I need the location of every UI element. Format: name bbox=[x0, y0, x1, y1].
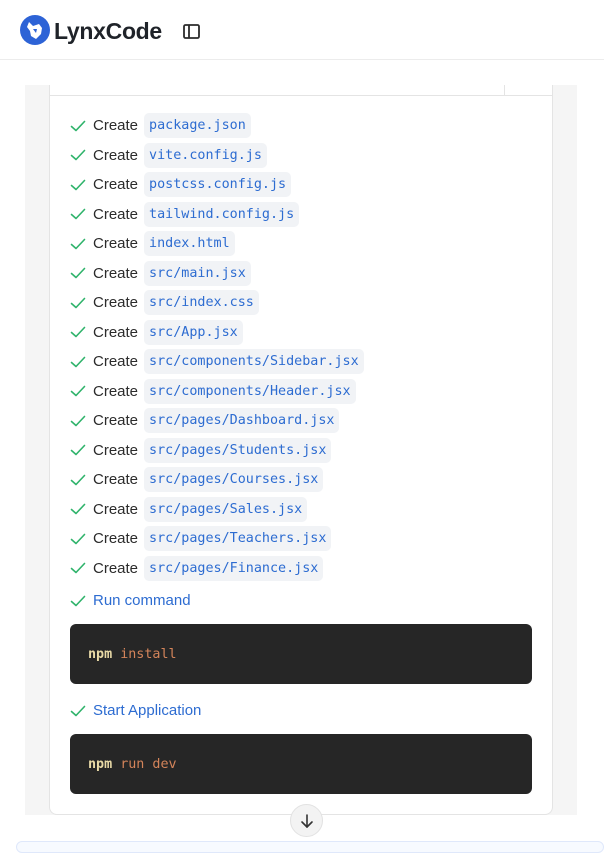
file-path-chip[interactable]: postcss.config.js bbox=[144, 172, 292, 198]
card-top-tab bbox=[504, 85, 553, 96]
file-path-chip[interactable]: src/pages/Teachers.jsx bbox=[144, 526, 332, 552]
check-icon bbox=[70, 208, 86, 220]
code-arguments: run dev bbox=[120, 756, 177, 772]
file-path-chip[interactable]: src/main.jsx bbox=[144, 260, 251, 286]
file-step-item: Create index.html bbox=[70, 229, 364, 259]
file-step-item: Create src/pages/Finance.jsx bbox=[70, 554, 364, 584]
file-step-item: Create src/pages/Students.jsx bbox=[70, 436, 364, 466]
check-icon bbox=[70, 356, 86, 368]
step-verb: Create bbox=[93, 559, 139, 577]
file-step-item: Create src/components/Sidebar.jsx bbox=[70, 347, 364, 377]
check-icon bbox=[70, 445, 86, 456]
app-header: LynxCode bbox=[0, 0, 604, 60]
check-icon bbox=[70, 327, 86, 338]
file-path-chip[interactable]: src/pages/Sales.jsx bbox=[144, 496, 308, 522]
step-verb: Create bbox=[93, 471, 139, 489]
file-path-chip[interactable]: src/App.jsx bbox=[144, 319, 243, 345]
file-path-chip[interactable]: index.html bbox=[144, 231, 235, 257]
run-command-step[interactable]: Run command bbox=[70, 592, 191, 609]
step-verb: Create bbox=[93, 382, 139, 400]
file-step-item: Create src/components/Header.jsx bbox=[70, 377, 364, 407]
card-top-divider bbox=[50, 85, 504, 96]
check-icon bbox=[70, 504, 86, 515]
file-path-chip[interactable]: tailwind.config.js bbox=[144, 201, 300, 227]
check-icon bbox=[70, 179, 86, 191]
file-steps-list: Create package.json Create vite.config.js Cr… bbox=[70, 111, 364, 583]
check-icon bbox=[70, 149, 86, 161]
file-path-chip[interactable]: src/pages/Students.jsx bbox=[144, 437, 332, 463]
file-step-item: Create src/pages/Teachers.jsx bbox=[70, 524, 364, 554]
check-icon bbox=[70, 415, 86, 427]
file-path-chip[interactable]: vite.config.js bbox=[144, 142, 267, 168]
step-verb: Create bbox=[93, 264, 139, 282]
code-command: npm bbox=[88, 756, 113, 772]
step-verb: Create bbox=[93, 294, 139, 312]
file-step-item: Create src/pages/Dashboard.jsx bbox=[70, 406, 364, 436]
file-path-chip[interactable]: src/components/Header.jsx bbox=[144, 378, 356, 404]
file-path-chip[interactable]: src/pages/Courses.jsx bbox=[144, 467, 324, 493]
step-verb: Create bbox=[93, 530, 139, 548]
check-icon bbox=[70, 386, 86, 397]
app-name: LynxCode bbox=[54, 18, 162, 44]
code-command: npm bbox=[88, 646, 113, 662]
file-step-item: Create src/pages/Courses.jsx bbox=[70, 465, 364, 495]
start-application-label: Start Application bbox=[93, 702, 202, 719]
lynx-logo-icon[interactable] bbox=[20, 15, 50, 45]
file-step-item: Create src/App.jsx bbox=[70, 318, 364, 348]
step-verb: Create bbox=[93, 323, 139, 341]
file-step-item: Create vite.config.js bbox=[70, 141, 364, 171]
arrow-down-icon bbox=[300, 813, 313, 828]
file-path-chip[interactable]: src/components/Sidebar.jsx bbox=[144, 349, 364, 375]
sidebar-toggle-icon[interactable] bbox=[182, 23, 202, 41]
check-icon bbox=[70, 474, 86, 486]
run-command-label: Run command bbox=[93, 592, 191, 609]
check-icon bbox=[70, 563, 86, 574]
file-step-item: Create package.json bbox=[70, 111, 364, 141]
message-input-box[interactable] bbox=[16, 841, 604, 853]
step-verb: Create bbox=[93, 117, 139, 135]
check-icon bbox=[70, 120, 86, 132]
file-step-item: Create src/main.jsx bbox=[70, 259, 364, 289]
step-verb: Create bbox=[93, 500, 139, 518]
dev-code-block[interactable]: npm run dev bbox=[70, 734, 532, 794]
install-code-block[interactable]: npm install bbox=[70, 624, 532, 684]
file-step-item: Create tailwind.config.js bbox=[70, 200, 364, 230]
step-verb: Create bbox=[93, 205, 139, 223]
check-icon bbox=[70, 297, 86, 309]
step-verb: Create bbox=[93, 353, 139, 371]
start-application-step[interactable]: Start Application bbox=[70, 702, 201, 719]
file-path-chip[interactable]: package.json bbox=[144, 113, 251, 139]
check-icon bbox=[70, 705, 86, 716]
step-verb: Create bbox=[93, 176, 139, 194]
check-icon bbox=[70, 238, 86, 250]
check-icon bbox=[70, 268, 86, 279]
step-verb: Create bbox=[93, 235, 139, 253]
file-path-chip[interactable]: src/index.css bbox=[144, 290, 259, 316]
file-step-item: Create src/index.css bbox=[70, 288, 364, 318]
scroll-to-bottom-button[interactable] bbox=[290, 804, 323, 837]
file-step-item: Create src/pages/Sales.jsx bbox=[70, 495, 364, 525]
step-verb: Create bbox=[93, 412, 139, 430]
step-verb: Create bbox=[93, 441, 139, 459]
file-path-chip[interactable]: src/pages/Finance.jsx bbox=[144, 555, 324, 581]
check-icon bbox=[70, 595, 86, 606]
check-icon bbox=[70, 533, 86, 545]
code-arguments: install bbox=[120, 646, 177, 662]
file-path-chip[interactable]: src/pages/Dashboard.jsx bbox=[144, 408, 340, 434]
step-verb: Create bbox=[93, 146, 139, 164]
file-step-item: Create postcss.config.js bbox=[70, 170, 364, 200]
